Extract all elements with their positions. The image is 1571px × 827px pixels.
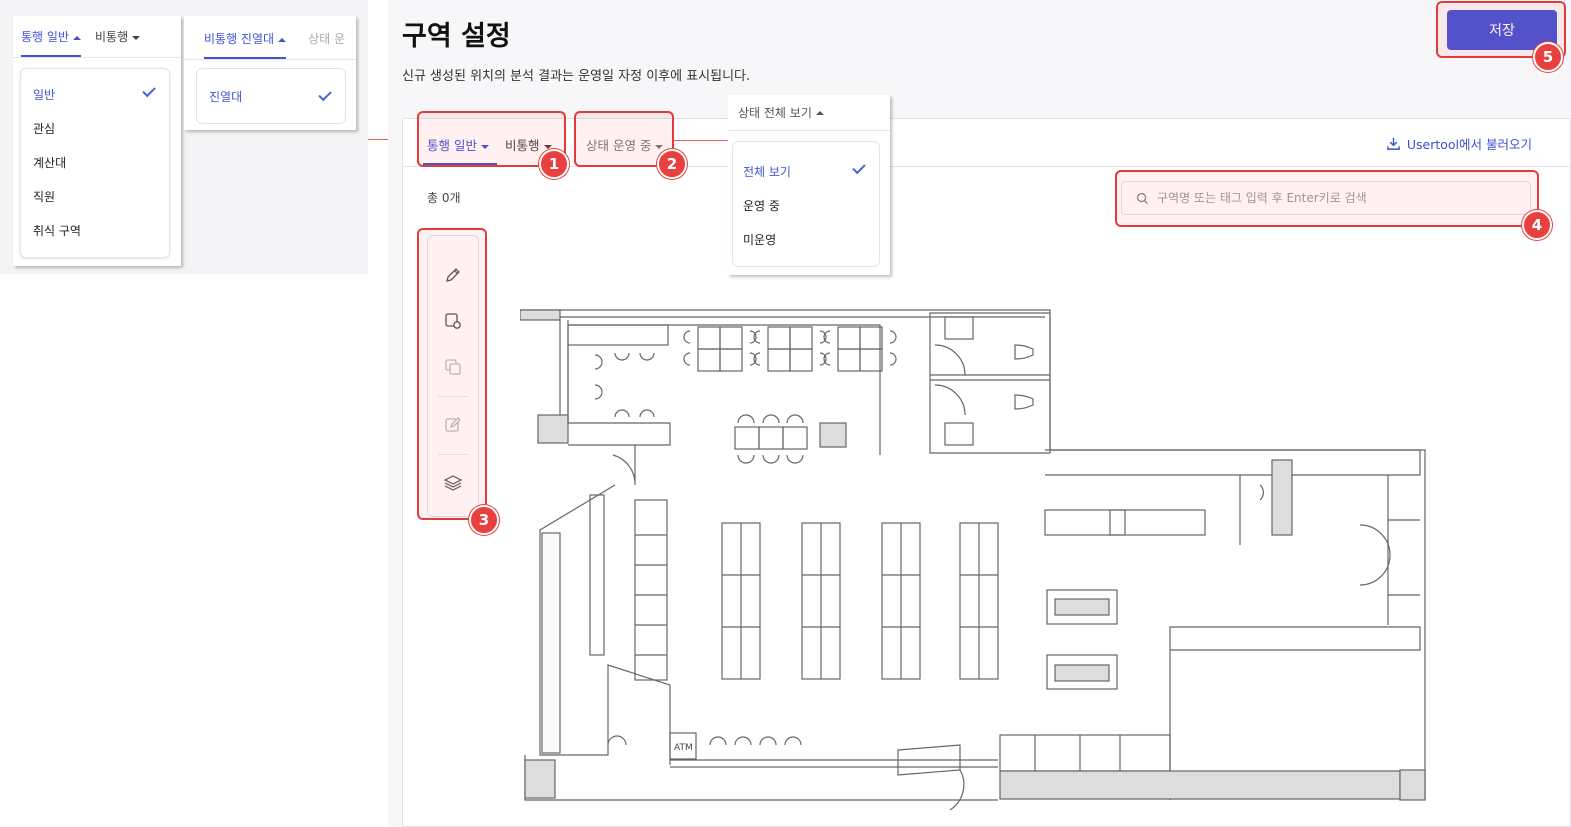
caret-down-icon: [543, 144, 552, 149]
caret-down-icon: [480, 144, 489, 149]
active-tab-underline: [423, 163, 497, 165]
status-dropdown-header[interactable]: 상태 전체 보기: [728, 95, 890, 131]
tab-label: 비통행: [505, 138, 540, 153]
inset-option-shelf[interactable]: 진열대: [197, 69, 345, 123]
status-option-label: 미운영: [743, 232, 777, 247]
inset-option-label: 직원: [33, 189, 56, 204]
layers-icon[interactable]: [442, 472, 464, 494]
inset-tab-bar: 통행 일반 비통행: [13, 16, 181, 58]
status-dropdown: 상태 전체 보기 전체 보기 운영 중 미운영: [728, 95, 890, 275]
page-subtitle: 신규 생성된 위치의 분석 결과는 운영일 자정 이후에 표시됩니다.: [402, 69, 751, 84]
connector-line: [674, 140, 732, 141]
inset-option-interest[interactable]: 관심: [21, 111, 169, 145]
inset-option-staff[interactable]: 직원: [21, 179, 169, 213]
status-option-label: 운영 중: [743, 198, 780, 213]
tab-pass-general[interactable]: 통행 일반: [427, 135, 489, 154]
search-box: [1121, 181, 1531, 215]
inset-panel: 통행 일반 비통행 일반 관심 계산대 직원 취식 구역 비통행 진열대 상태 …: [0, 0, 368, 274]
card-tab-bar: 통행 일반 비통행 상태 운영 중 Usertool에서 불러오기: [403, 119, 1570, 167]
total-count: 총 0개: [427, 191, 461, 205]
pencil-icon[interactable]: [442, 264, 464, 286]
search-icon: [1136, 192, 1149, 204]
caret-up-icon: [278, 37, 287, 42]
inset-tab-panel-2: 비통행 진열대 상태 운 진열대: [184, 16, 356, 130]
inset-option-checkout[interactable]: 계산대: [21, 145, 169, 179]
search-input[interactable]: [1157, 191, 1517, 205]
annotation-badge-5: 5: [1533, 42, 1563, 72]
inset-option-label: 진열대: [209, 89, 243, 104]
download-icon: [1387, 137, 1400, 150]
inset-tab-panel: 통행 일반 비통행 일반 관심 계산대 직원 취식 구역: [13, 16, 181, 266]
inset-dropdown-list: 일반 관심 계산대 직원 취식 구역: [20, 68, 170, 258]
inset-tab-shelf-label: 비통행 진열대: [204, 32, 275, 46]
inset-tab-shelf[interactable]: 비통행 진열대: [204, 30, 287, 59]
tab-label: 통행 일반: [427, 138, 477, 153]
inset-option-label: 계산대: [33, 155, 67, 170]
inset-tab-general-label: 통행 일반: [21, 30, 69, 44]
check-icon: [318, 87, 332, 102]
caret-up-icon: [72, 35, 81, 40]
check-icon: [852, 160, 866, 175]
annotation-badge-3: 3: [469, 505, 499, 535]
annotation-badge-1: 1: [539, 149, 569, 179]
inset-tab-nonpass-label: 비통행: [94, 30, 129, 44]
annotation-badge-4: 4: [1522, 210, 1552, 240]
page-title: 구역 설정: [402, 21, 511, 52]
inset-option-label: 취식 구역: [33, 223, 81, 238]
status-option-inactive[interactable]: 미운영: [733, 222, 879, 256]
inset-tab-nonpass[interactable]: 비통행: [94, 28, 141, 57]
inset-option-label: 관심: [33, 121, 56, 136]
tab-status-filter[interactable]: 상태 운영 중: [586, 135, 664, 154]
import-label: Usertool에서 불러오기: [1406, 137, 1532, 152]
status-option-label: 전체 보기: [743, 164, 791, 179]
inset-option-general[interactable]: 일반: [21, 77, 169, 111]
import-usertool-link[interactable]: Usertool에서 불러오기: [1386, 134, 1532, 153]
atm-label: ATM: [674, 743, 693, 753]
copy-icon[interactable]: [442, 356, 464, 378]
floor-plan: ATM: [520, 309, 1426, 811]
tab-label: 상태 운영 중: [586, 138, 652, 153]
inset-tab-status-label: 상태 운: [308, 32, 345, 46]
inset-option-label: 일반: [33, 87, 56, 102]
caret-down-icon: [132, 35, 141, 40]
edit-icon[interactable]: [442, 414, 464, 436]
inset-tab-status[interactable]: 상태 운: [308, 30, 345, 59]
rect-add-icon[interactable]: [442, 310, 464, 332]
caret-down-icon: [655, 144, 664, 149]
inset-dropdown-list-2: 진열대: [196, 68, 346, 124]
check-icon: [142, 83, 156, 98]
inset-tab-general[interactable]: 통행 일반: [21, 28, 81, 57]
toolbar-divider: [438, 396, 468, 397]
status-option-list: 전체 보기 운영 중 미운영: [732, 141, 880, 267]
status-option-all[interactable]: 전체 보기: [733, 154, 879, 188]
drawing-toolbar: [427, 235, 479, 517]
status-dropdown-header-label: 상태 전체 보기: [738, 106, 812, 120]
caret-up-icon: [815, 110, 824, 115]
annotation-badge-2: 2: [657, 149, 687, 179]
inset-tab-bar-2: 비통행 진열대 상태 운: [184, 16, 356, 60]
status-option-active[interactable]: 운영 중: [733, 188, 879, 222]
inset-option-dining[interactable]: 취식 구역: [21, 213, 169, 247]
toolbar-divider: [438, 454, 468, 455]
